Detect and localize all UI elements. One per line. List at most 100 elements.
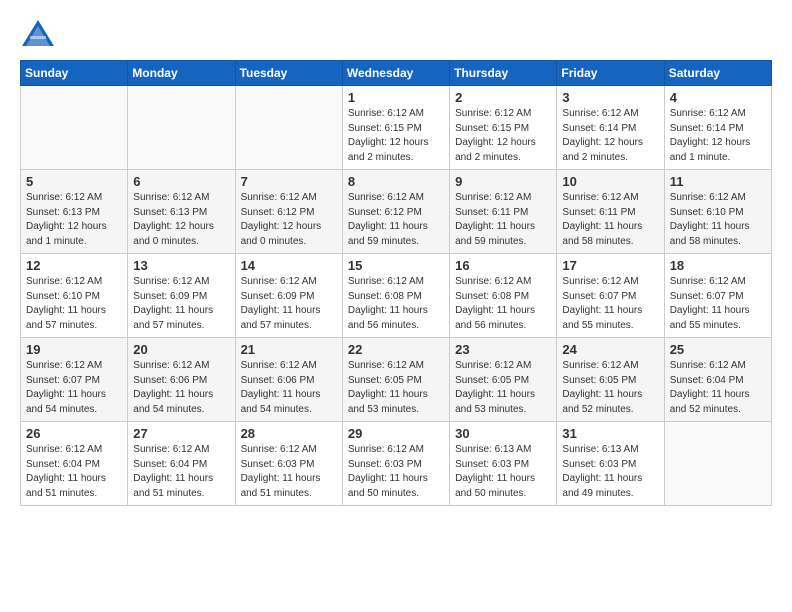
calendar-cell: 5Sunrise: 6:12 AMSunset: 6:13 PMDaylight… <box>21 170 128 254</box>
calendar-cell <box>128 86 235 170</box>
calendar-cell: 26Sunrise: 6:12 AMSunset: 6:04 PMDayligh… <box>21 422 128 506</box>
calendar-cell: 14 Sunrise: 6:12 AMSunset: 6:09 PMDayligh… <box>235 254 342 338</box>
calendar-cell: 28 Sunrise: 6:12 AMSunset: 6:03 PMDayligh… <box>235 422 342 506</box>
day-number: 13 <box>133 258 229 273</box>
weekday-header-saturday: Saturday <box>664 61 771 86</box>
calendar-cell: 25 Sunrise: 6:12 AMSunset: 6:04 PMDayligh… <box>664 338 771 422</box>
day-number: 5 <box>26 174 122 189</box>
weekday-header-row: SundayMondayTuesdayWednesdayThursdayFrid… <box>21 61 772 86</box>
day-number: 4 <box>670 90 766 105</box>
day-number: 9 <box>455 174 551 189</box>
calendar-cell: 13 Sunrise: 6:12 AMSunset: 6:09 PMDayligh… <box>128 254 235 338</box>
calendar-cell: 24Sunrise: 6:12 AMSunset: 6:05 PMDayligh… <box>557 338 664 422</box>
day-number: 30 <box>455 426 551 441</box>
calendar-cell: 31Sunrise: 6:13 AMSunset: 6:03 PMDayligh… <box>557 422 664 506</box>
day-info: Sunrise: 6:12 AMSunset: 6:06 PMDaylight:… <box>241 359 337 417</box>
day-info: Sunrise: 6:12 AMSunset: 6:14 PMDaylight:… <box>562 107 658 165</box>
calendar-table: SundayMondayTuesdayWednesdayThursdayFrid… <box>20 60 772 506</box>
day-info: Sunrise: 6:12 AMSunset: 6:04 PMDaylight:… <box>670 359 766 417</box>
day-number: 16 <box>455 258 551 273</box>
weekday-header-wednesday: Wednesday <box>342 61 449 86</box>
day-number: 7 <box>241 174 337 189</box>
day-number: 27 <box>133 426 229 441</box>
day-info: Sunrise: 6:12 AMSunset: 6:11 PMDaylight:… <box>562 191 658 249</box>
weekday-header-tuesday: Tuesday <box>235 61 342 86</box>
weekday-header-friday: Friday <box>557 61 664 86</box>
day-number: 2 <box>455 90 551 105</box>
day-number: 17 <box>562 258 658 273</box>
day-info: Sunrise: 6:12 AMSunset: 6:12 PMDaylight:… <box>348 191 444 249</box>
calendar-cell: 10Sunrise: 6:12 AMSunset: 6:11 PMDayligh… <box>557 170 664 254</box>
calendar-cell <box>235 86 342 170</box>
day-info: Sunrise: 6:12 AMSunset: 6:05 PMDaylight:… <box>348 359 444 417</box>
day-number: 6 <box>133 174 229 189</box>
day-number: 11 <box>670 174 766 189</box>
week-row-3: 12Sunrise: 6:12 AMSunset: 6:10 PMDayligh… <box>21 254 772 338</box>
day-info: Sunrise: 6:13 AMSunset: 6:03 PMDaylight:… <box>562 443 658 501</box>
day-info: Sunrise: 6:12 AMSunset: 6:13 PMDaylight:… <box>133 191 229 249</box>
weekday-header-sunday: Sunday <box>21 61 128 86</box>
day-info: Sunrise: 6:12 AMSunset: 6:12 PMDaylight:… <box>241 191 337 249</box>
logo-icon <box>20 18 56 50</box>
day-info: Sunrise: 6:12 AMSunset: 6:09 PMDaylight:… <box>133 275 229 333</box>
calendar-cell: 29 Sunrise: 6:12 AMSunset: 6:03 PMDayligh… <box>342 422 449 506</box>
calendar-cell: 16 Sunrise: 6:12 AMSunset: 6:08 PMDayligh… <box>450 254 557 338</box>
day-info: Sunrise: 6:12 AMSunset: 6:03 PMDaylight:… <box>348 443 444 501</box>
calendar-cell <box>21 86 128 170</box>
day-info: Sunrise: 6:12 AMSunset: 6:08 PMDaylight:… <box>348 275 444 333</box>
day-number: 14 <box>241 258 337 273</box>
calendar-cell: 7 Sunrise: 6:12 AMSunset: 6:12 PMDaylight… <box>235 170 342 254</box>
day-info: Sunrise: 6:13 AMSunset: 6:03 PMDaylight:… <box>455 443 551 501</box>
calendar-cell: 21 Sunrise: 6:12 AMSunset: 6:06 PMDayligh… <box>235 338 342 422</box>
day-number: 22 <box>348 342 444 357</box>
day-info: Sunrise: 6:12 AMSunset: 6:10 PMDaylight:… <box>670 191 766 249</box>
day-info: Sunrise: 6:12 AMSunset: 6:08 PMDaylight:… <box>455 275 551 333</box>
week-row-5: 26Sunrise: 6:12 AMSunset: 6:04 PMDayligh… <box>21 422 772 506</box>
day-number: 18 <box>670 258 766 273</box>
week-row-1: 1 Sunrise: 6:12 AMSunset: 6:15 PMDaylight… <box>21 86 772 170</box>
day-info: Sunrise: 6:12 AMSunset: 6:14 PMDaylight:… <box>670 107 766 165</box>
calendar-cell <box>664 422 771 506</box>
day-number: 1 <box>348 90 444 105</box>
calendar-cell: 4 Sunrise: 6:12 AMSunset: 6:14 PMDaylight… <box>664 86 771 170</box>
week-row-2: 5 Sunrise: 6:12 AMSunset: 6:13 PMDaylight… <box>21 170 772 254</box>
calendar-cell: 1 Sunrise: 6:12 AMSunset: 6:15 PMDaylight… <box>342 86 449 170</box>
day-number: 12 <box>26 258 122 273</box>
day-number: 23 <box>455 342 551 357</box>
calendar-cell: 20Sunrise: 6:12 AMSunset: 6:06 PMDayligh… <box>128 338 235 422</box>
day-info: Sunrise: 6:12 AMSunset: 6:04 PMDaylight:… <box>26 443 122 501</box>
day-info: Sunrise: 6:12 AMSunset: 6:11 PMDaylight:… <box>455 191 551 249</box>
day-number: 25 <box>670 342 766 357</box>
day-info: Sunrise: 6:12 AMSunset: 6:04 PMDaylight:… <box>133 443 229 501</box>
calendar-cell: 11 Sunrise: 6:12 AMSunset: 6:10 PMDayligh… <box>664 170 771 254</box>
weekday-header-thursday: Thursday <box>450 61 557 86</box>
day-number: 21 <box>241 342 337 357</box>
day-info: Sunrise: 6:12 AMSunset: 6:15 PMDaylight:… <box>348 107 444 165</box>
day-info: Sunrise: 6:12 AMSunset: 6:07 PMDaylight:… <box>562 275 658 333</box>
calendar-cell: 8 Sunrise: 6:12 AMSunset: 6:12 PMDaylight… <box>342 170 449 254</box>
calendar-cell: 2Sunrise: 6:12 AMSunset: 6:15 PMDaylight… <box>450 86 557 170</box>
calendar-cell: 30 Sunrise: 6:13 AMSunset: 6:03 PMDayligh… <box>450 422 557 506</box>
calendar-cell: 12Sunrise: 6:12 AMSunset: 6:10 PMDayligh… <box>21 254 128 338</box>
day-info: Sunrise: 6:12 AMSunset: 6:07 PMDaylight:… <box>670 275 766 333</box>
calendar-cell: 22 Sunrise: 6:12 AMSunset: 6:05 PMDayligh… <box>342 338 449 422</box>
calendar-cell: 19 Sunrise: 6:12 AMSunset: 6:07 PMDayligh… <box>21 338 128 422</box>
header <box>20 18 772 50</box>
day-number: 29 <box>348 426 444 441</box>
day-number: 15 <box>348 258 444 273</box>
calendar-cell: 3 Sunrise: 6:12 AMSunset: 6:14 PMDaylight… <box>557 86 664 170</box>
day-number: 8 <box>348 174 444 189</box>
day-number: 3 <box>562 90 658 105</box>
day-info: Sunrise: 6:12 AMSunset: 6:09 PMDaylight:… <box>241 275 337 333</box>
calendar-cell: 27 Sunrise: 6:12 AMSunset: 6:04 PMDayligh… <box>128 422 235 506</box>
day-number: 28 <box>241 426 337 441</box>
day-number: 24 <box>562 342 658 357</box>
calendar-cell: 15 Sunrise: 6:12 AMSunset: 6:08 PMDayligh… <box>342 254 449 338</box>
logo <box>20 18 62 50</box>
day-info: Sunrise: 6:12 AMSunset: 6:03 PMDaylight:… <box>241 443 337 501</box>
week-row-4: 19 Sunrise: 6:12 AMSunset: 6:07 PMDayligh… <box>21 338 772 422</box>
calendar-cell: 23Sunrise: 6:12 AMSunset: 6:05 PMDayligh… <box>450 338 557 422</box>
day-number: 19 <box>26 342 122 357</box>
day-info: Sunrise: 6:12 AMSunset: 6:07 PMDaylight:… <box>26 359 122 417</box>
page: SundayMondayTuesdayWednesdayThursdayFrid… <box>0 0 792 612</box>
